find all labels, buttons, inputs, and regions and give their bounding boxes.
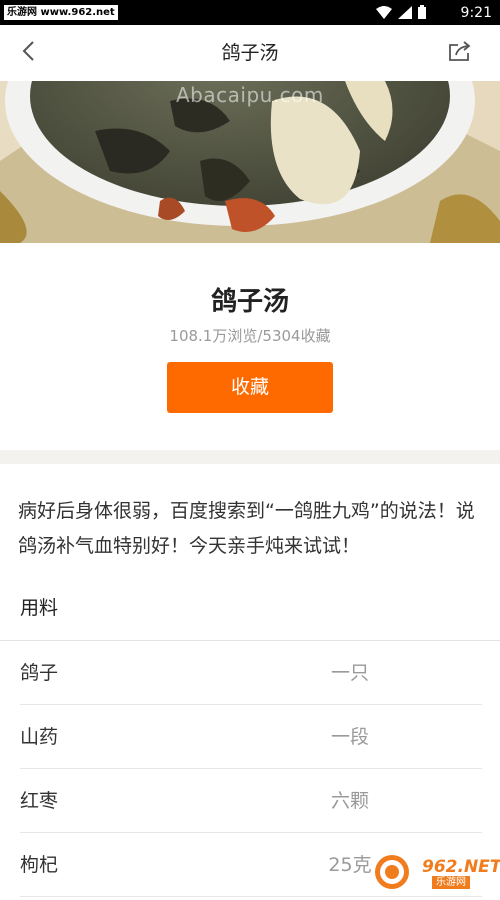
ingredient-qty: 一只 <box>330 662 369 684</box>
watermark-domain: 962.NET <box>422 857 500 877</box>
status-icons <box>376 4 426 23</box>
ingredient-row: 山药 一段 <box>0 705 500 769</box>
wifi-icon <box>376 4 392 23</box>
page-title: 鸽子汤 <box>221 42 279 64</box>
section-divider <box>0 450 500 464</box>
watermark-emblem-icon <box>375 855 409 889</box>
back-button[interactable] <box>12 37 44 69</box>
watermark-sub: 乐游网 <box>432 876 470 889</box>
site-watermark-logo: 962.NET 乐游网 <box>368 854 500 890</box>
share-button[interactable] <box>444 37 476 69</box>
recipe-hero-image: Abacaipu.com <box>0 81 500 243</box>
ingredient-qty: 一段 <box>330 726 369 748</box>
status-time: 9:21 <box>460 5 492 21</box>
nav-bar: 鸽子汤 <box>0 25 500 81</box>
favorite-button[interactable]: 收藏 <box>167 362 333 413</box>
carrier-badge: 乐游网 www.962.net <box>4 5 118 20</box>
ingredient-row: 红枣 六颗 <box>0 769 500 833</box>
chevron-left-icon <box>21 40 35 66</box>
share-icon <box>448 40 472 66</box>
recipe-description: 病好后身体很弱，百度搜索到“一鸽胜九鸡”的说法！说鸽汤补气血特别好！今天亲手炖来… <box>18 500 475 557</box>
status-bar: 乐游网 www.962.net 9:21 <box>0 0 500 25</box>
recipe-info: 鸽子汤 108.1万浏览/5304收藏 收藏 <box>0 243 500 450</box>
ingredient-qty: 六颗 <box>330 790 369 812</box>
ingredients-header: 用料 <box>20 597 59 619</box>
battery-icon <box>418 4 426 23</box>
ingredient-name: 鸽子 <box>20 662 59 684</box>
image-watermark: Abacaipu.com <box>176 83 324 107</box>
ingredient-name: 山药 <box>20 726 59 748</box>
ingredient-row: 鸽子 一只 <box>0 641 500 705</box>
recipe-title: 鸽子汤 <box>210 287 289 317</box>
ingredient-name: 红枣 <box>20 790 59 812</box>
ingredient-name: 枸杞 <box>20 854 59 876</box>
recipe-stats: 108.1万浏览/5304收藏 <box>169 327 331 345</box>
signal-icon <box>398 4 412 23</box>
